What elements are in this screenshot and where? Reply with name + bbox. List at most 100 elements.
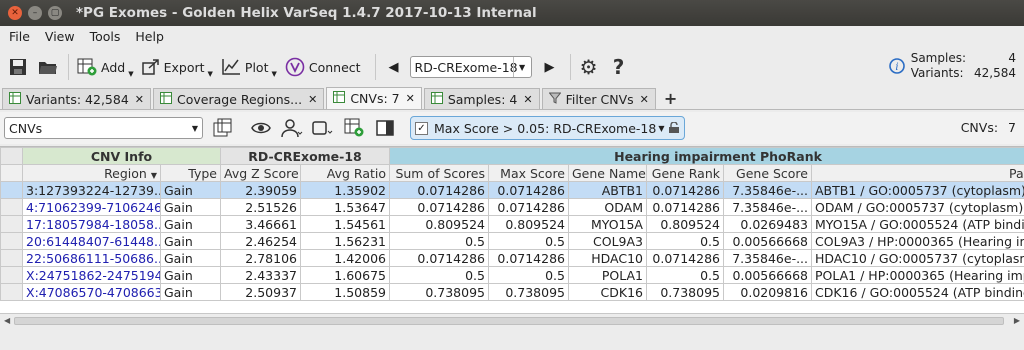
cell-region[interactable]: 20:61448407-61448... [22, 232, 161, 250]
save-icon[interactable] [6, 55, 30, 79]
maximize-window-button[interactable]: ▢ [48, 6, 62, 20]
next-sample-icon[interactable]: ▶ [538, 55, 562, 79]
lock-icon[interactable] [668, 122, 680, 134]
scroll-left-icon[interactable]: ◀ [4, 316, 10, 325]
open-folder-icon[interactable] [36, 55, 60, 79]
status-bar [0, 328, 1024, 350]
plot-button[interactable]: Plot ▼ [221, 56, 277, 78]
tab-label: Coverage Regions... [177, 91, 303, 107]
table-row[interactable]: X:24751862-24751943 Gain 2.43337 1.60675 0.5… [0, 266, 1024, 284]
column-header-paths[interactable]: Paths [810, 164, 1024, 182]
sample-select-value: RD-CRExome-18 [414, 59, 518, 75]
close-window-button[interactable]: ✕ [8, 6, 22, 20]
table-row[interactable]: X:47086570-47086632 Gain 2.50937 1.50859 0.7… [0, 283, 1024, 301]
filter-chip[interactable]: ✓ Max Score > 0.05: RD-CRExome-18 ▼ [410, 116, 685, 140]
tab-filter-cnvs[interactable]: Filter CNVs ✕ [541, 88, 656, 109]
table-icon [160, 91, 172, 107]
tab-label: Samples: 4 [447, 91, 518, 107]
cell-region[interactable]: X:47086570-47086632 [22, 283, 161, 301]
column-header-type[interactable]: Type [160, 164, 221, 182]
user-icon[interactable] [281, 117, 303, 139]
column-header-gene-score[interactable]: Gene Score [723, 164, 812, 182]
tab-variants[interactable]: Variants: 42,584 ✕ [2, 88, 151, 109]
row-number-cell[interactable] [0, 181, 23, 199]
row-number-cell[interactable] [0, 266, 23, 284]
add-column-icon[interactable] [343, 117, 365, 139]
tab-cnvs[interactable]: CNVs: 7 ✕ [326, 87, 422, 109]
dropdown-arrow-icon: ▼ [271, 70, 277, 78]
table-columns-icon[interactable] [212, 117, 234, 139]
menu-file[interactable]: File [9, 29, 30, 44]
minimize-window-button[interactable]: – [28, 6, 42, 20]
tab-coverage-regions[interactable]: Coverage Regions... ✕ [153, 88, 325, 109]
table-row[interactable]: 3:127393224-12739... Gain 2.39059 1.35902 0.… [0, 181, 1024, 199]
table-row[interactable]: 20:61448407-61448... Gain 2.46254 1.56231 0.… [0, 232, 1024, 250]
previous-sample-icon[interactable]: ◀ [382, 55, 406, 79]
add-tab-icon[interactable]: + [664, 88, 677, 109]
menu-view[interactable]: View [45, 29, 75, 44]
tab-samples[interactable]: Samples: 4 ✕ [423, 88, 540, 109]
table-row[interactable]: 4:71062399-71062460 Gain 2.51526 1.53647 0.0… [0, 198, 1024, 216]
select-box-icon[interactable] [312, 117, 334, 139]
column-header-avg-z-score[interactable]: Avg Z Score [220, 164, 301, 182]
cell-max-score: 0.0714286 [488, 249, 569, 267]
group-hearing-phorank: Hearing impairment PhoRank [388, 147, 1024, 165]
cnv-count-label: CNVs: [960, 120, 999, 135]
add-button[interactable]: Add ▼ [77, 56, 134, 78]
menu-tools[interactable]: Tools [90, 29, 121, 44]
export-icon [141, 59, 159, 75]
scrollbar-thumb[interactable] [14, 317, 1004, 325]
chevron-down-icon[interactable]: ▼ [658, 124, 664, 133]
cell-sum-of-scores: 0.0714286 [389, 198, 489, 216]
table-row[interactable]: 22:50686111-50686... Gain 2.78106 1.42006 0.… [0, 249, 1024, 267]
column-header-sum-of-scores[interactable]: Sum of Scores [389, 164, 489, 182]
group-cnv-info: CNV Info [22, 147, 221, 165]
row-number-cell[interactable] [0, 198, 23, 216]
sample-select[interactable]: RD-CRExome-18 ▼ [409, 56, 532, 78]
cell-type: Gain [160, 249, 221, 267]
table-icon [9, 91, 21, 107]
column-header-region[interactable]: Region ▼ [22, 164, 161, 182]
cell-type: Gain [160, 232, 221, 250]
tab-label: CNVs: 7 [350, 91, 400, 106]
horizontal-scrollbar[interactable]: ◀ ▶ [0, 313, 1024, 327]
close-tab-icon[interactable]: ✕ [406, 92, 415, 105]
cnv-count: CNVs: 7 [961, 120, 1016, 135]
menu-help[interactable]: Help [135, 29, 164, 44]
filter-checkbox[interactable]: ✓ [415, 121, 428, 135]
eye-icon[interactable] [250, 117, 272, 139]
gear-icon[interactable]: ⚙ [577, 55, 601, 79]
table-row[interactable]: 17:18057984-18058... Gain 3.46661 1.54561 0.… [0, 215, 1024, 233]
row-number-cell[interactable] [0, 249, 23, 267]
cell-region[interactable]: 3:127393224-12739... [22, 181, 161, 199]
help-icon[interactable]: ? [607, 55, 631, 79]
cell-region[interactable]: 17:18057984-18058... [22, 215, 161, 233]
cell-region[interactable]: 4:71062399-71062460 [22, 198, 161, 216]
cell-gene-name: ODAM [568, 198, 647, 216]
column-header-gene-name[interactable]: Gene Name [568, 164, 647, 182]
row-number-cell[interactable] [0, 215, 23, 233]
row-number-cell[interactable] [0, 283, 23, 301]
cell-type: Gain [160, 181, 221, 199]
close-tab-icon[interactable]: ✕ [523, 93, 532, 106]
cell-sum-of-scores: 0.5 [389, 232, 489, 250]
close-tab-icon[interactable]: ✕ [135, 93, 144, 106]
cell-max-score: 0.5 [488, 266, 569, 284]
export-button[interactable]: Export ▼ [141, 56, 213, 78]
row-number-cell[interactable] [0, 232, 23, 250]
cell-region[interactable]: X:24751862-24751943 [22, 266, 161, 284]
source-select[interactable]: CNVs ▼ [4, 117, 203, 139]
scroll-right-icon[interactable]: ▶ [1014, 316, 1020, 325]
svg-text:i: i [895, 62, 898, 73]
column-header-avg-ratio[interactable]: Avg Ratio [300, 164, 390, 182]
column-header-gene-rank[interactable]: Gene Rank [646, 164, 724, 182]
close-tab-icon[interactable]: ✕ [640, 93, 649, 106]
column-header-max-score[interactable]: Max Score [488, 164, 569, 182]
column-group-row: CNV Info RD-CRExome-18 Hearing impairmen… [0, 147, 1024, 165]
connect-button[interactable]: Connect [285, 57, 361, 77]
add-table-icon [77, 58, 97, 76]
close-tab-icon[interactable]: ✕ [308, 93, 317, 106]
cell-avg-z-score: 2.78106 [220, 249, 301, 267]
panel-toggle-icon[interactable] [374, 117, 396, 139]
cell-region[interactable]: 22:50686111-50686... [22, 249, 161, 267]
